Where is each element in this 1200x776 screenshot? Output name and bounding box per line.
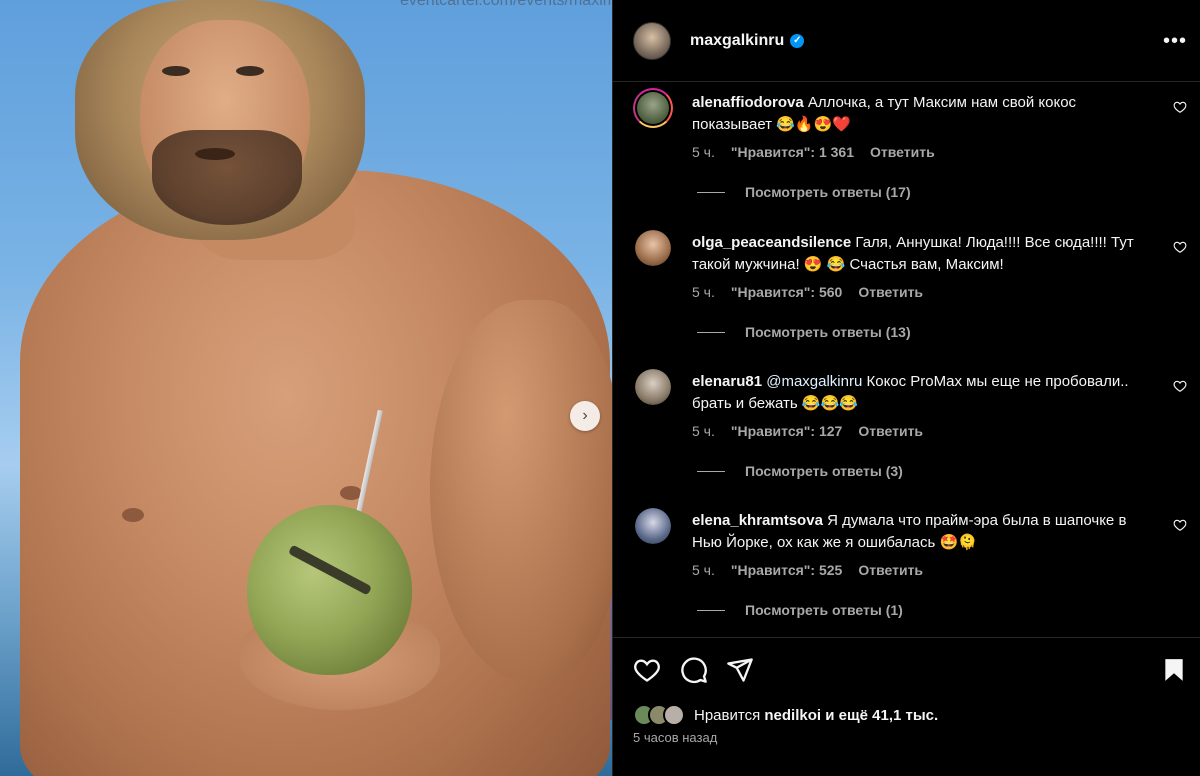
comment-likes[interactable]: "Нравится": 127 — [731, 423, 842, 439]
post-actions: Нравится nedilkoi и ещё 41,1 тыс. 5 часо… — [613, 637, 1200, 776]
author-avatar[interactable] — [633, 21, 671, 60]
comment-item: olga_peaceandsilence Галя, Аннушка! Люда… — [633, 222, 1193, 361]
view-replies-button[interactable]: Посмотреть ответы (17) — [697, 184, 911, 200]
eye-left — [162, 66, 190, 76]
comment-text-block: elena_khramtsova Я думала что прайм-эра … — [692, 510, 1152, 554]
commenter-avatar[interactable] — [635, 369, 671, 405]
comment-meta: 5 ч. "Нравится": 560 Ответить — [692, 284, 923, 300]
liked-by-row[interactable]: Нравится nedilkoi и ещё 41,1 тыс. — [633, 704, 938, 726]
chest-detail-left — [122, 508, 144, 522]
reply-button[interactable]: Ответить — [858, 284, 923, 300]
liker-avatar — [663, 704, 685, 726]
more-options-button[interactable]: ••• — [1163, 30, 1187, 53]
photo-url-overlay: eventcartel.com/events/maxim-galkin-50th… — [400, 0, 612, 9]
commenter-avatar[interactable] — [635, 230, 671, 266]
commenter-avatar[interactable] — [635, 508, 671, 544]
avatar-image — [635, 508, 671, 544]
view-replies-button[interactable]: Посмотреть ответы (1) — [697, 602, 903, 618]
man-arm — [430, 300, 612, 680]
view-replies-label: Посмотреть ответы (3) — [745, 463, 903, 479]
commenter-avatar[interactable] — [633, 88, 673, 128]
replies-divider — [697, 470, 725, 472]
reply-button[interactable]: Ответить — [858, 562, 923, 578]
comment-likes[interactable]: "Нравится": 525 — [731, 562, 842, 578]
comment-time: 5 ч. — [692, 562, 715, 578]
comment-likes[interactable]: "Нравится": 560 — [731, 284, 842, 300]
next-photo-button[interactable]: › — [570, 401, 600, 431]
comment-meta: 5 ч. "Нравится": 1 361 Ответить — [692, 144, 935, 160]
chevron-right-icon: › — [582, 407, 588, 424]
comment-item: elena_khramtsova Я думала что прайм-эра … — [633, 500, 1193, 637]
man-beard — [152, 130, 302, 225]
replies-divider — [697, 609, 725, 611]
avatar-image — [635, 230, 671, 266]
post-timestamp: 5 часов назад — [633, 730, 718, 745]
liked-by-count[interactable]: и ещё 41,1 тыс. — [825, 707, 938, 724]
comment-username[interactable]: elenaru81 — [692, 373, 762, 390]
post-photo[interactable]: eventcartel.com/events/maxim-galkin-50th… — [0, 0, 612, 776]
view-replies-button[interactable]: Посмотреть ответы (13) — [697, 324, 911, 340]
heart-icon[interactable] — [1173, 240, 1187, 254]
avatar-image — [637, 92, 669, 124]
comment-likes[interactable]: "Нравится": 1 361 — [731, 144, 854, 160]
comment-item: alenaffiodorova Аллочка, а тут Максим на… — [633, 82, 1193, 221]
comment-username[interactable]: olga_peaceandsilence — [692, 234, 851, 251]
view-replies-button[interactable]: Посмотреть ответы (3) — [697, 463, 903, 479]
eye-right — [236, 66, 264, 76]
comment-text-block: alenaffiodorova Аллочка, а тут Максим на… — [692, 92, 1152, 136]
author-username[interactable]: maxgalkinru — [690, 32, 784, 50]
liked-by-user[interactable]: nedilkoi — [764, 707, 821, 724]
comment-text-block: olga_peaceandsilence Галя, Аннушка! Люда… — [692, 232, 1152, 276]
replies-divider — [697, 331, 725, 333]
comment-text-block: elenaru81 @maxgalkinru Кокос ProMax мы е… — [692, 371, 1152, 415]
man-mouth — [195, 148, 235, 160]
reply-button[interactable]: Ответить — [870, 144, 935, 160]
view-replies-label: Посмотреть ответы (13) — [745, 324, 911, 340]
comment-time: 5 ч. — [692, 284, 715, 300]
view-replies-label: Посмотреть ответы (1) — [745, 602, 903, 618]
comment-username[interactable]: alenaffiodorova — [692, 94, 804, 111]
avatar-image — [635, 369, 671, 405]
comments-panel: maxgalkinru ✓ ••• alenaffiodorova Аллочк… — [612, 0, 1200, 776]
comment-meta: 5 ч. "Нравится": 525 Ответить — [692, 562, 923, 578]
comment-mention[interactable]: @maxgalkinru — [766, 373, 862, 390]
reply-button[interactable]: Ответить — [858, 423, 923, 439]
bookmark-icon[interactable] — [1161, 656, 1187, 684]
heart-icon[interactable] — [1173, 518, 1187, 532]
comment-time: 5 ч. — [692, 423, 715, 439]
view-replies-label: Посмотреть ответы (17) — [745, 184, 911, 200]
verified-badge-icon: ✓ — [790, 33, 805, 48]
share-send-icon[interactable] — [726, 656, 754, 684]
comment-time: 5 ч. — [692, 144, 715, 160]
post-header: maxgalkinru ✓ ••• — [613, 0, 1200, 82]
like-heart-icon[interactable] — [633, 656, 661, 684]
liked-by-prefix: Нравится — [694, 706, 761, 724]
heart-icon[interactable] — [1173, 379, 1187, 393]
comment-username[interactable]: elena_khramtsova — [692, 512, 823, 529]
replies-divider — [697, 191, 725, 193]
comment-meta: 5 ч. "Нравится": 127 Ответить — [692, 423, 923, 439]
comment-bubble-icon[interactable] — [680, 656, 708, 684]
comment-item: elenaru81 @maxgalkinru Кокос ProMax мы е… — [633, 361, 1193, 500]
comments-list: alenaffiodorova Аллочка, а тут Максим на… — [613, 82, 1200, 637]
coconut — [247, 505, 412, 675]
heart-icon[interactable] — [1173, 100, 1187, 114]
liked-by-text: Нравится nedilkoi и ещё 41,1 тыс. — [694, 707, 938, 724]
